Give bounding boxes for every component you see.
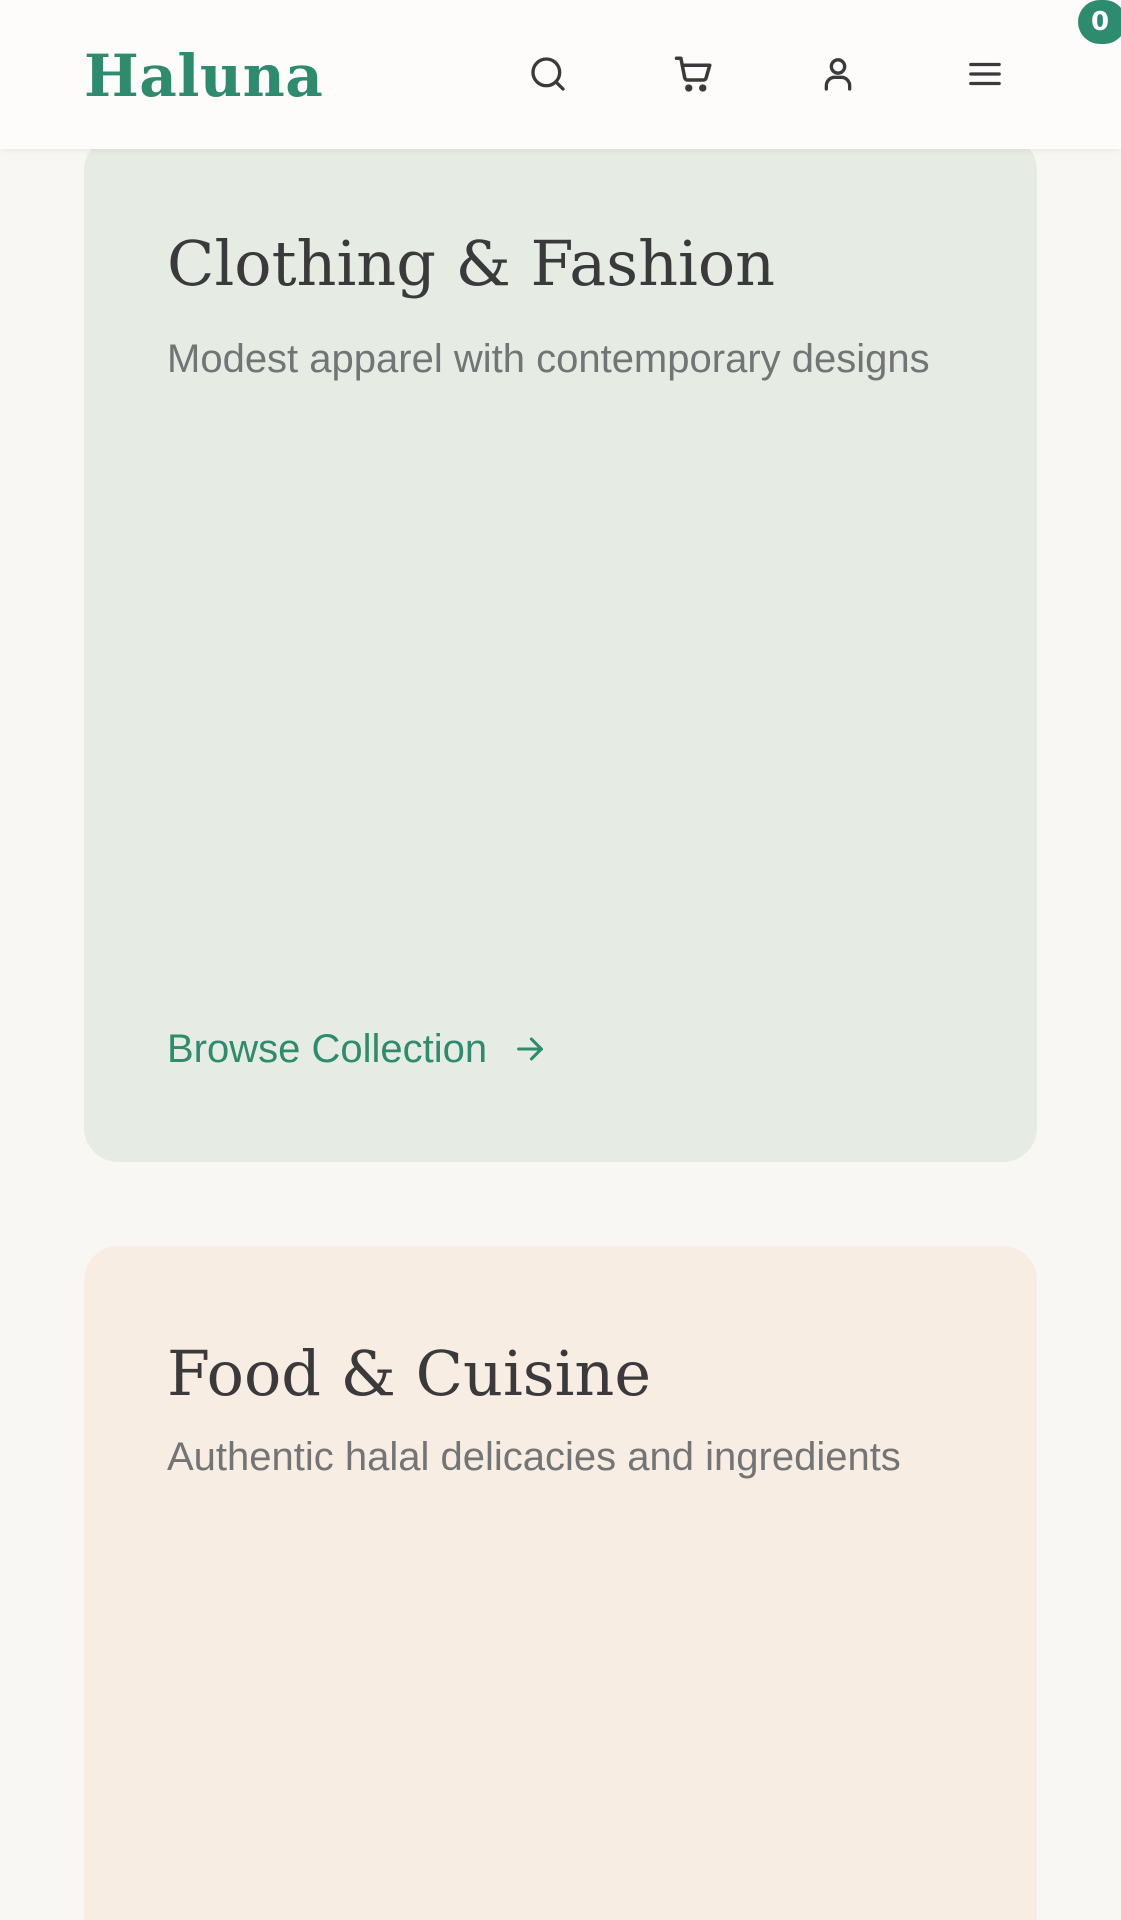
category-description: Authentic halal delicacies and ingredien…: [167, 1435, 901, 1479]
user-icon: [824, 58, 852, 91]
browse-collection-label: Browse Collection: [167, 1027, 488, 1071]
logo[interactable]: Haluna: [84, 34, 323, 118]
arrow-right-icon: [513, 1032, 547, 1066]
account-button[interactable]: [810, 46, 866, 102]
category-title: Clothing & Fashion: [167, 227, 776, 300]
category-description: Modest apparel with contemporary designs: [167, 337, 930, 381]
site-header: Haluna 0: [0, 0, 1121, 149]
search-icon: [531, 57, 565, 91]
cart-button[interactable]: [666, 46, 722, 102]
browse-collection-link[interactable]: Browse Collection: [167, 1024, 547, 1074]
cart-icon: [674, 56, 712, 92]
search-button[interactable]: [520, 46, 576, 102]
menu-button[interactable]: [957, 46, 1013, 102]
page: Haluna 0 Clothing & Fashion Modest appar…: [0, 0, 1121, 1920]
category-title: Food & Cuisine: [167, 1337, 652, 1410]
menu-icon: [969, 62, 1001, 86]
cart-count-badge: 0: [1078, 0, 1121, 44]
category-card-food[interactable]: Food & Cuisine Authentic halal delicacie…: [84, 1246, 1037, 1920]
category-card-clothing[interactable]: Clothing & Fashion Modest apparel with c…: [84, 136, 1037, 1162]
